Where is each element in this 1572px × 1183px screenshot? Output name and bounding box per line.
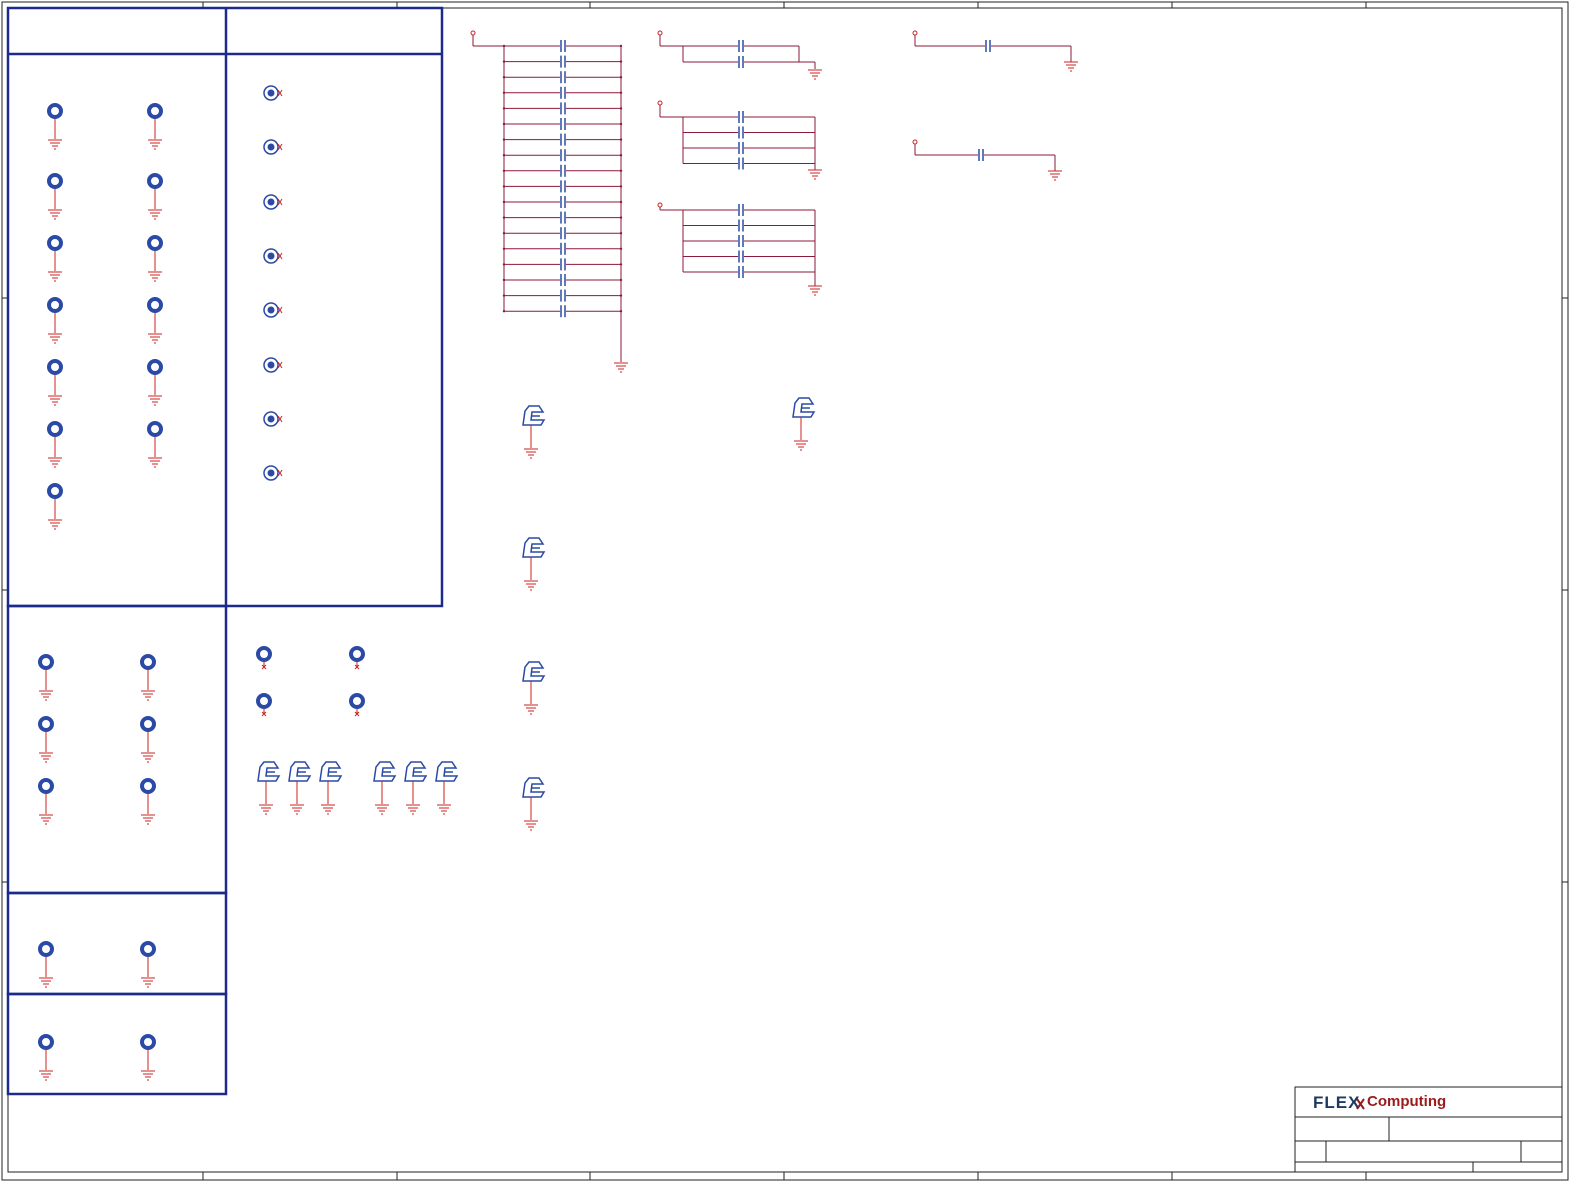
mounting-frame bbox=[6, 6, 444, 1096]
test-point-icon bbox=[263, 302, 283, 318]
test-point-icon bbox=[263, 465, 283, 481]
emi-clip-icon bbox=[522, 537, 546, 591]
mounting-hole-icon bbox=[147, 103, 163, 150]
mounting-hole-icon bbox=[47, 103, 63, 150]
mounting-hole-icon bbox=[140, 1034, 156, 1081]
mounting-hole-icon bbox=[256, 693, 272, 717]
capacitor-bank-2 bbox=[657, 30, 822, 80]
test-point-icon bbox=[263, 85, 283, 101]
mounting-hole-icon bbox=[38, 716, 54, 763]
capacitor-bank-4 bbox=[657, 202, 822, 296]
logo-suffix: Computing bbox=[1367, 1093, 1447, 1110]
capacitor-bank-3 bbox=[657, 100, 822, 180]
mounting-hole-icon bbox=[147, 359, 163, 406]
mounting-hole-icon bbox=[147, 173, 163, 220]
emi-clip-icon bbox=[257, 761, 281, 815]
sheet-border bbox=[1, 1, 1569, 1181]
sheet-inner-border bbox=[7, 7, 1563, 1173]
mounting-hole-icon bbox=[38, 941, 54, 988]
capacitor-bank-1 bbox=[470, 30, 628, 373]
emi-clip-icon bbox=[404, 761, 428, 815]
logo-brand: FLEX bbox=[1313, 1093, 1361, 1112]
test-point-icon bbox=[263, 357, 283, 373]
mounting-hole-icon bbox=[147, 297, 163, 344]
mounting-hole-icon bbox=[47, 173, 63, 220]
capacitor-single-1 bbox=[912, 30, 1078, 72]
mounting-hole-icon bbox=[349, 646, 365, 670]
emi-clip-icon bbox=[522, 661, 546, 715]
mounting-hole-icon bbox=[140, 941, 156, 988]
test-point-icon bbox=[263, 194, 283, 210]
mounting-hole-icon bbox=[256, 646, 272, 670]
mounting-hole-icon bbox=[349, 693, 365, 717]
emi-clip-icon bbox=[522, 405, 546, 459]
test-point-icon bbox=[263, 139, 283, 155]
mounting-hole-icon bbox=[38, 1034, 54, 1081]
emi-clip-icon bbox=[792, 397, 816, 451]
emi-clip-icon bbox=[319, 761, 343, 815]
mounting-hole-icon bbox=[147, 421, 163, 468]
emi-clip-icon bbox=[373, 761, 397, 815]
test-point-icon bbox=[263, 248, 283, 264]
mounting-hole-icon bbox=[38, 654, 54, 701]
mounting-hole-icon bbox=[38, 778, 54, 825]
capacitor-single-2 bbox=[912, 139, 1062, 181]
emi-clip-icon bbox=[288, 761, 312, 815]
mounting-hole-icon bbox=[47, 235, 63, 282]
mounting-hole-icon bbox=[47, 421, 63, 468]
mounting-hole-icon bbox=[140, 654, 156, 701]
border-ticks bbox=[2, 2, 1568, 1180]
mounting-hole-icon bbox=[147, 235, 163, 282]
mounting-hole-icon bbox=[47, 359, 63, 406]
test-point-icon bbox=[263, 411, 283, 427]
emi-clip-icon bbox=[435, 761, 459, 815]
mounting-hole-icon bbox=[47, 483, 63, 530]
mounting-hole-icon bbox=[47, 297, 63, 344]
emi-clip-icon bbox=[522, 777, 546, 831]
mounting-hole-icon bbox=[140, 778, 156, 825]
mounting-hole-icon bbox=[140, 716, 156, 763]
schematic-sheet bbox=[1, 1, 1569, 1181]
